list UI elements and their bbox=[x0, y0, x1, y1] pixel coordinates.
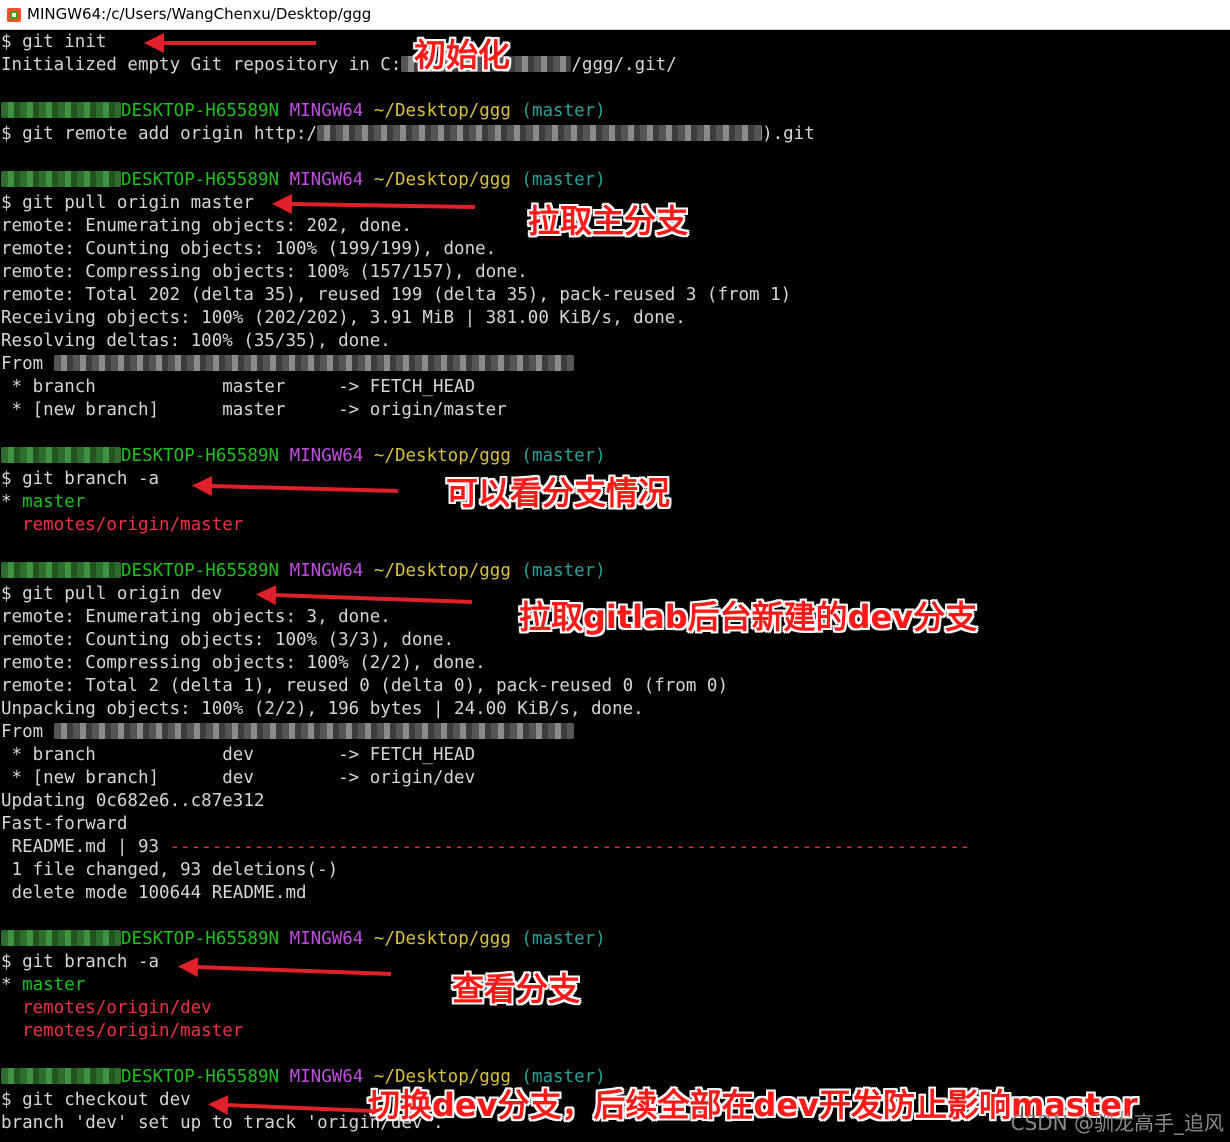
csdn-watermark: CSDN @驯龙高手_追风 bbox=[1010, 1111, 1224, 1135]
arrow-pull-master bbox=[272, 194, 476, 215]
arrow-pull-dev bbox=[256, 585, 473, 606]
arrow-layer bbox=[144, 33, 476, 1116]
arrow-view-branch bbox=[178, 957, 392, 978]
arrow-branch-status bbox=[192, 476, 399, 497]
arrow-checkout-dev bbox=[208, 1095, 373, 1116]
